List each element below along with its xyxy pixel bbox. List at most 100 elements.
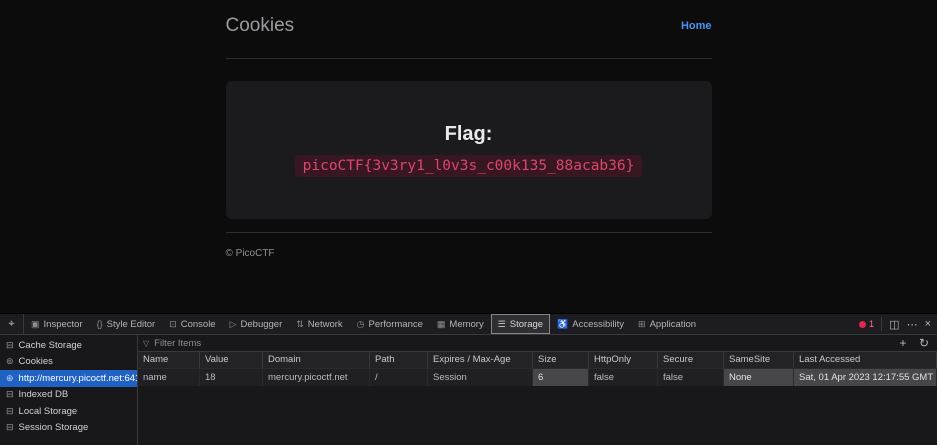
storage-sidebar: ⊟ Cache Storage ⊚ Cookies ⊕ http://mercu… <box>0 335 138 445</box>
flag-card: Flag: picoCTF{3v3ry1_l0v3s_c00k135_88aca… <box>226 81 712 219</box>
sidebar-item-label: Indexed DB <box>19 389 69 400</box>
tab-style-editor[interactable]: {} Style Editor <box>90 314 163 334</box>
toolbar-separator <box>881 317 882 331</box>
sidebar-item-cookie-host[interactable]: ⊕ http://mercury.picoctf.net:6418 <box>0 370 137 387</box>
cell-name[interactable]: name <box>138 369 200 386</box>
tab-accessibility[interactable]: ♿ Accessibility <box>550 314 631 334</box>
sidebar-item-local-storage[interactable]: ⊟ Local Storage <box>0 403 137 420</box>
close-icon[interactable]: × <box>925 318 931 330</box>
add-item-button[interactable]: + <box>895 336 911 350</box>
tab-label: Network <box>308 319 343 330</box>
storage-icon: ☰ <box>498 319 506 330</box>
cell-path[interactable]: / <box>370 369 428 386</box>
col-header-name[interactable]: Name <box>138 352 200 368</box>
error-dot-icon <box>859 321 866 328</box>
storage-main-panel: ▽ + ↻ Name Value Domain Path Expires / M… <box>138 335 937 445</box>
style-editor-icon: {} <box>97 319 103 329</box>
col-header-value[interactable]: Value <box>200 352 263 368</box>
sidebar-item-cookies[interactable]: ⊚ Cookies <box>0 354 137 371</box>
tab-debugger[interactable]: ▷ Debugger <box>223 314 290 334</box>
devtools-toolbar-right: 1 ◫ ⋯ × <box>853 314 937 334</box>
col-header-size[interactable]: Size <box>533 352 589 368</box>
sidebar-item-label: Cookies <box>19 356 53 367</box>
col-header-expires[interactable]: Expires / Max-Age <box>428 352 533 368</box>
col-header-domain[interactable]: Domain <box>263 352 370 368</box>
indexed-db-icon: ⊟ <box>6 389 14 400</box>
debugger-icon: ▷ <box>230 319 237 330</box>
tab-label: Accessibility <box>572 319 624 330</box>
col-header-samesite[interactable]: SameSite <box>724 352 794 368</box>
application-icon: ⊞ <box>638 319 646 330</box>
sidebar-item-label: Local Storage <box>19 406 78 417</box>
memory-icon: ▦ <box>437 319 446 330</box>
tab-performance[interactable]: ◷ Performance <box>350 314 430 334</box>
tab-label: Application <box>650 319 696 330</box>
col-header-secure[interactable]: Secure <box>658 352 724 368</box>
meatball-menu-icon[interactable]: ⋯ <box>907 318 918 331</box>
page-header: Cookies Home <box>226 15 712 37</box>
col-header-last-accessed[interactable]: Last Accessed <box>794 352 937 368</box>
devtools-tab-bar: ⌖ ▣ Inspector {} Style Editor ⊡ Console … <box>0 314 937 335</box>
browser-page: Cookies Home Flag: picoCTF{3v3ry1_l0v3s_… <box>0 0 937 313</box>
flag-value: picoCTF{3v3ry1_l0v3s_c00k135_88acab36} <box>295 155 643 177</box>
performance-icon: ◷ <box>357 319 365 330</box>
sidebar-item-label: Cache Storage <box>19 340 82 351</box>
refresh-items-button[interactable]: ↻ <box>916 336 932 350</box>
accessibility-icon: ♿ <box>557 319 568 330</box>
cookie-row[interactable]: name 18 mercury.picoctf.net / Session 6 … <box>138 369 937 386</box>
sidebar-item-session-storage[interactable]: ⊟ Session Storage <box>0 420 137 437</box>
error-count-badge[interactable]: 1 <box>859 319 874 330</box>
error-count: 1 <box>869 319 874 330</box>
network-icon: ⇅ <box>296 319 304 330</box>
cookies-icon: ⊚ <box>6 356 14 367</box>
sidebar-item-indexed-db[interactable]: ⊟ Indexed DB <box>0 387 137 404</box>
tab-label: Storage <box>510 319 543 330</box>
devtools-panel: ⌖ ▣ Inspector {} Style Editor ⊡ Console … <box>0 313 937 445</box>
dock-panel-icon[interactable]: ◫ <box>889 318 899 331</box>
cell-value[interactable]: 18 <box>200 369 263 386</box>
tab-label: Memory <box>449 319 483 330</box>
flag-label: Flag: <box>445 123 493 146</box>
cookies-table-header: Name Value Domain Path Expires / Max-Age… <box>138 352 937 369</box>
tab-label: Inspector <box>44 319 83 330</box>
tab-label: Style Editor <box>107 319 156 330</box>
sidebar-item-label: http://mercury.picoctf.net:6418 <box>19 373 137 384</box>
sidebar-item-cache-storage[interactable]: ⊟ Cache Storage <box>0 337 137 354</box>
element-picker-icon: ⌖ <box>8 318 14 331</box>
cache-storage-icon: ⊟ <box>6 340 14 351</box>
page-title: Cookies <box>226 15 295 37</box>
sidebar-item-label: Session Storage <box>19 422 89 433</box>
devtools-body: ⊟ Cache Storage ⊚ Cookies ⊕ http://mercu… <box>0 335 937 445</box>
tab-label: Console <box>181 319 216 330</box>
tab-console[interactable]: ⊡ Console <box>162 314 222 334</box>
local-storage-icon: ⊟ <box>6 406 14 417</box>
col-header-path[interactable]: Path <box>370 352 428 368</box>
tab-label: Debugger <box>241 319 283 330</box>
cell-samesite[interactable]: None <box>724 369 794 386</box>
cell-secure[interactable]: false <box>658 369 724 386</box>
tab-application[interactable]: ⊞ Application <box>631 314 703 334</box>
tab-inspector[interactable]: ▣ Inspector <box>24 314 90 334</box>
element-picker-button[interactable]: ⌖ <box>0 314 24 334</box>
session-storage-icon: ⊟ <box>6 422 14 433</box>
cell-last-accessed[interactable]: Sat, 01 Apr 2023 12:17:55 GMT <box>794 369 937 386</box>
tab-storage[interactable]: ☰ Storage <box>491 314 550 334</box>
tab-memory[interactable]: ▦ Memory <box>430 314 491 334</box>
header-divider <box>226 58 712 59</box>
footer-text: © PicoCTF <box>226 248 712 259</box>
devtools-tabs: ▣ Inspector {} Style Editor ⊡ Console ▷ … <box>24 314 703 334</box>
console-icon: ⊡ <box>169 319 177 330</box>
filter-items-input[interactable] <box>154 338 890 349</box>
cell-domain[interactable]: mercury.picoctf.net <box>263 369 370 386</box>
cell-expires[interactable]: Session <box>428 369 533 386</box>
globe-icon: ⊕ <box>6 373 14 384</box>
footer-divider <box>226 232 712 233</box>
home-link[interactable]: Home <box>681 20 712 32</box>
col-header-httponly[interactable]: HttpOnly <box>589 352 658 368</box>
filter-bar: ▽ + ↻ <box>138 335 937 352</box>
filter-funnel-icon: ▽ <box>143 339 149 348</box>
cell-size[interactable]: 6 <box>533 369 589 386</box>
inspector-icon: ▣ <box>31 319 40 330</box>
tab-network[interactable]: ⇅ Network <box>289 314 349 334</box>
cell-httponly[interactable]: false <box>589 369 658 386</box>
